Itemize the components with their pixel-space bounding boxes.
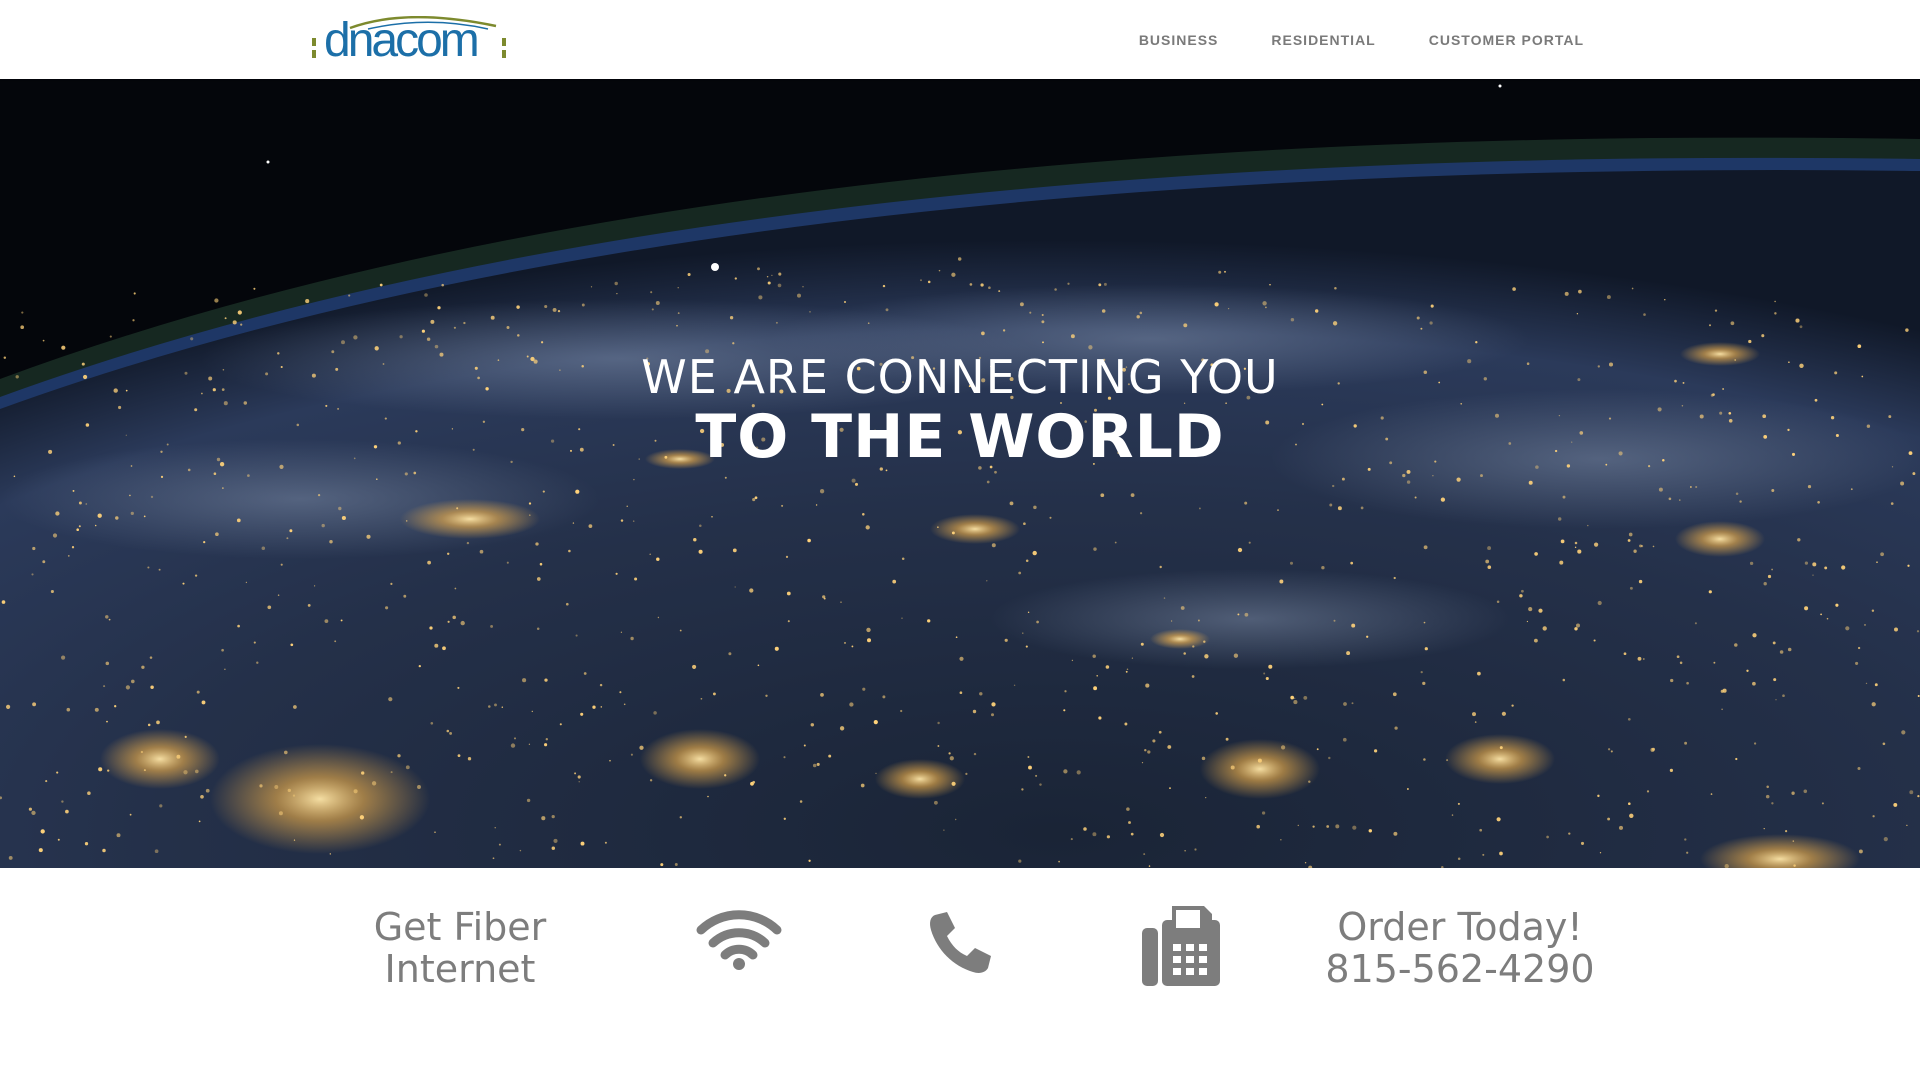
logo-bar [502,50,506,58]
logo-text: dnacom [324,14,480,67]
fiber-line2: Internet [384,947,536,991]
phone-icon [930,912,991,973]
site-header: dnacom BUSINESS RESIDENTIAL CUSTOMER POR… [0,0,1920,79]
wifi-icon [696,910,782,970]
nav-residential[interactable]: RESIDENTIAL [1271,32,1375,48]
features-strip: Get Fiber Internet Order Today! 815-562-… [0,868,1920,1080]
dnacom-logo[interactable]: dnacom [308,14,508,67]
hero-heading: WE ARE CONNECTING YOU TO THE WORLD [0,349,1920,469]
hero-heading-line2: TO THE WORLD [695,402,1225,472]
fax-icon [1142,906,1220,986]
logo-bar [312,50,316,58]
nav-business[interactable]: BUSINESS [1139,32,1219,48]
order-line1: Order Today! [1337,905,1583,949]
fiber-line1: Get Fiber [373,905,547,949]
main-nav: BUSINESS RESIDENTIAL CUSTOMER PORTAL [1139,0,1584,79]
hero-banner: WE ARE CONNECTING YOU TO THE WORLD [0,79,1920,868]
nav-customer-portal[interactable]: CUSTOMER PORTAL [1429,32,1584,48]
logo-bar [502,38,506,46]
order-today-text[interactable]: Order Today! 815-562-4290 [1300,906,1620,990]
hero-heading-line1: WE ARE CONNECTING YOU [641,350,1279,404]
phone-number[interactable]: 815-562-4290 [1300,948,1620,990]
earth-at-night-image [0,79,1920,868]
fiber-internet-text[interactable]: Get Fiber Internet [320,906,600,990]
logo-bar [312,38,316,46]
